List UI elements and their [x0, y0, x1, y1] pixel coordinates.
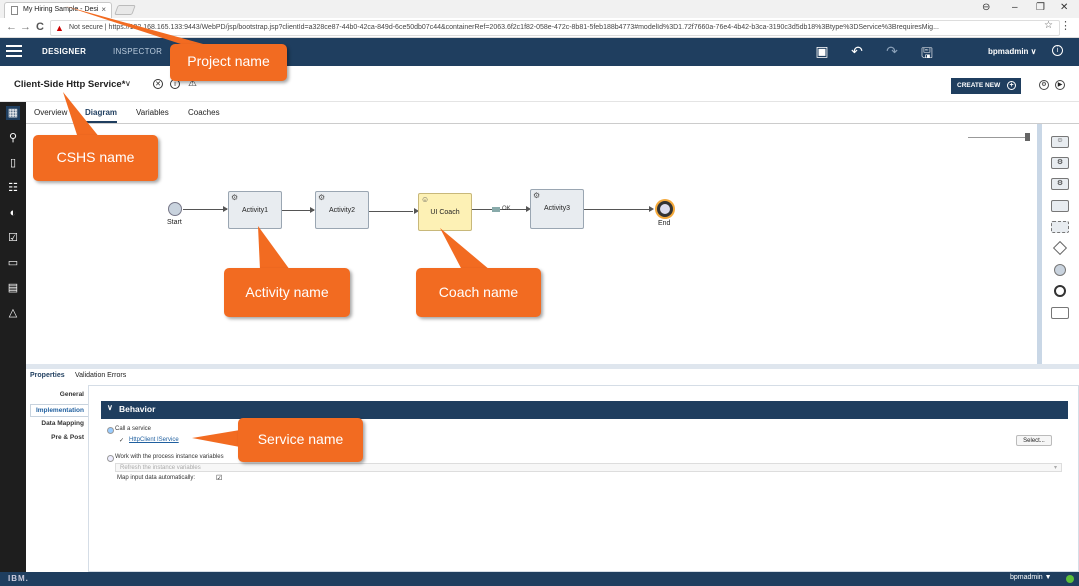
activity-name-pointer	[258, 226, 290, 270]
callout-coach-name: Coach name	[416, 268, 541, 317]
cshs-name-pointer	[63, 92, 100, 138]
service-name-pointer	[192, 430, 240, 447]
callout-cshs-name: CSHS name	[33, 135, 158, 181]
callout-service-name: Service name	[238, 418, 363, 462]
app-window: My Hiring Sample - Desi × ⊖ – ❐ ✕ ← → C …	[0, 0, 1079, 586]
project-name-pointer	[65, 6, 214, 47]
callout-activity-name: Activity name	[224, 268, 350, 317]
callout-project-name: Project name	[170, 44, 287, 81]
coach-name-pointer	[440, 228, 490, 270]
